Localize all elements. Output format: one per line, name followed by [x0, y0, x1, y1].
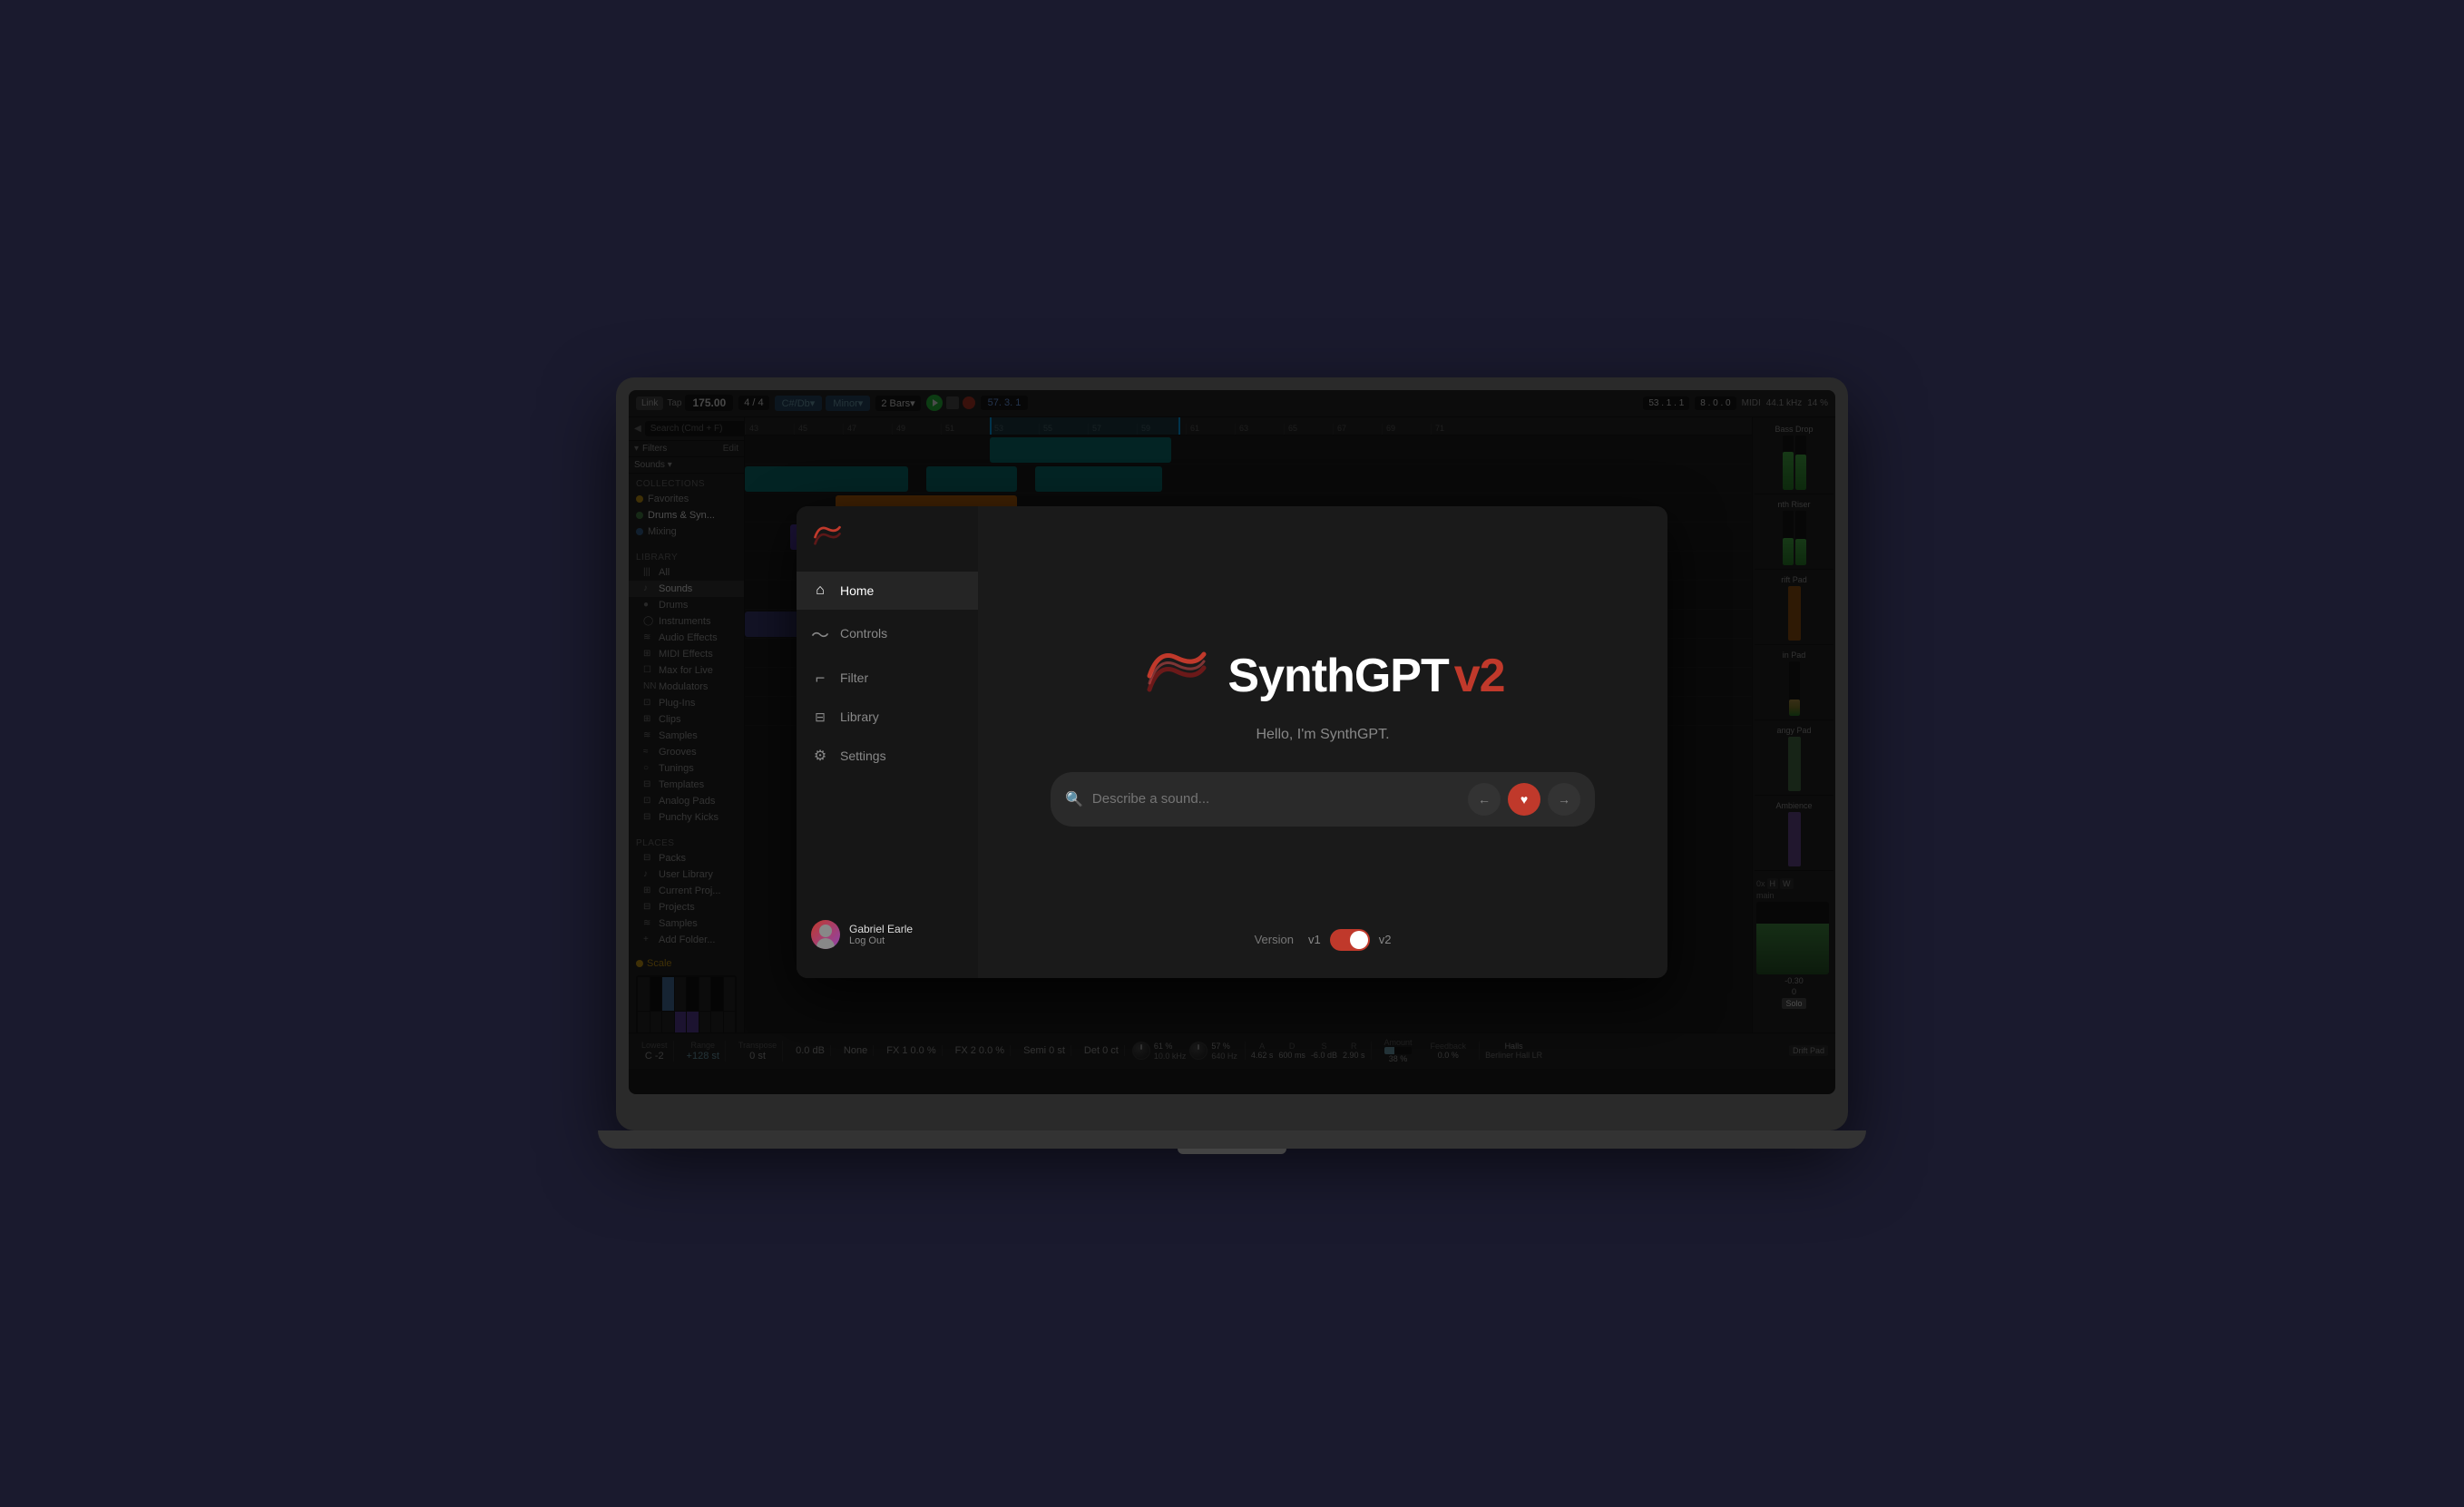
sg-sidebar: ⌂ Home 〜 Controls ⌐ Filter ⊟ Library: [797, 506, 978, 978]
sg-v1-label: v1: [1308, 933, 1321, 946]
sg-logo-icon: [811, 521, 844, 553]
sg-nav-settings-label: Settings: [840, 749, 886, 763]
sg-subtitle: Hello, I'm SynthGPT.: [1256, 727, 1389, 743]
sg-user-section: Gabriel Earle Log Out: [811, 920, 963, 949]
sg-search-actions: ← ♥ →: [1468, 783, 1580, 816]
sg-nav-filter-label: Filter: [840, 670, 868, 685]
sg-version-section: Version v1 v2: [1255, 929, 1392, 951]
sg-nav-controls[interactable]: 〜 Controls: [797, 610, 978, 658]
sg-search-input[interactable]: [1092, 791, 1459, 807]
sg-brand-icon: [1140, 640, 1213, 712]
synthgpt-modal: ⌂ Home 〜 Controls ⌐ Filter ⊟ Library: [797, 506, 1667, 978]
sg-version-badge: v2: [1454, 649, 1505, 703]
sg-nav-home-label: Home: [840, 583, 874, 598]
sg-v2-label: v2: [1379, 933, 1392, 946]
library-icon: ⊟: [811, 709, 829, 725]
sg-version-label: Version: [1255, 933, 1294, 946]
version-toggle-switch[interactable]: [1330, 929, 1370, 951]
sg-nav-controls-label: Controls: [840, 626, 887, 641]
sg-avatar: [811, 920, 840, 949]
sg-search-icon: 🔍: [1065, 790, 1083, 808]
laptop-base: [598, 1130, 1866, 1149]
sg-next-button[interactable]: →: [1548, 783, 1580, 816]
sg-user-name: Gabriel Earle: [849, 923, 913, 935]
sg-nav-filter[interactable]: ⌐ Filter: [797, 658, 978, 699]
sg-version-toggle: v1 v2: [1308, 929, 1391, 951]
settings-icon: ⚙: [811, 747, 829, 765]
sg-back-button[interactable]: ←: [1468, 783, 1501, 816]
sg-brand: SynthGPT v2: [1140, 640, 1504, 712]
sg-sidebar-footer: Gabriel Earle Log Out: [797, 905, 978, 964]
sg-logo: [797, 521, 978, 572]
sg-title-group: SynthGPT v2: [1227, 649, 1504, 703]
sg-favorite-button[interactable]: ♥: [1508, 783, 1540, 816]
laptop-notch: [1178, 1149, 1286, 1154]
sg-user-info: Gabriel Earle Log Out: [849, 923, 913, 946]
sg-main-content: SynthGPT v2 Hello, I'm SynthGPT. 🔍 ←: [978, 506, 1667, 978]
home-icon: ⌂: [811, 582, 829, 599]
modal-overlay: ⌂ Home 〜 Controls ⌐ Filter ⊟ Library: [629, 390, 1835, 1094]
toggle-knob: [1350, 931, 1368, 949]
sg-nav-library-label: Library: [840, 709, 879, 724]
sg-logout-button[interactable]: Log Out: [849, 935, 913, 946]
filter-icon: ⌐: [811, 669, 829, 688]
sg-nav-library[interactable]: ⊟ Library: [797, 699, 978, 736]
sg-nav-home[interactable]: ⌂ Home: [797, 572, 978, 610]
sg-title: SynthGPT: [1227, 649, 1448, 703]
sg-search-bar: 🔍 ← ♥ →: [1051, 772, 1595, 827]
sg-nav-settings[interactable]: ⚙ Settings: [797, 736, 978, 776]
controls-icon: 〜: [811, 621, 829, 647]
